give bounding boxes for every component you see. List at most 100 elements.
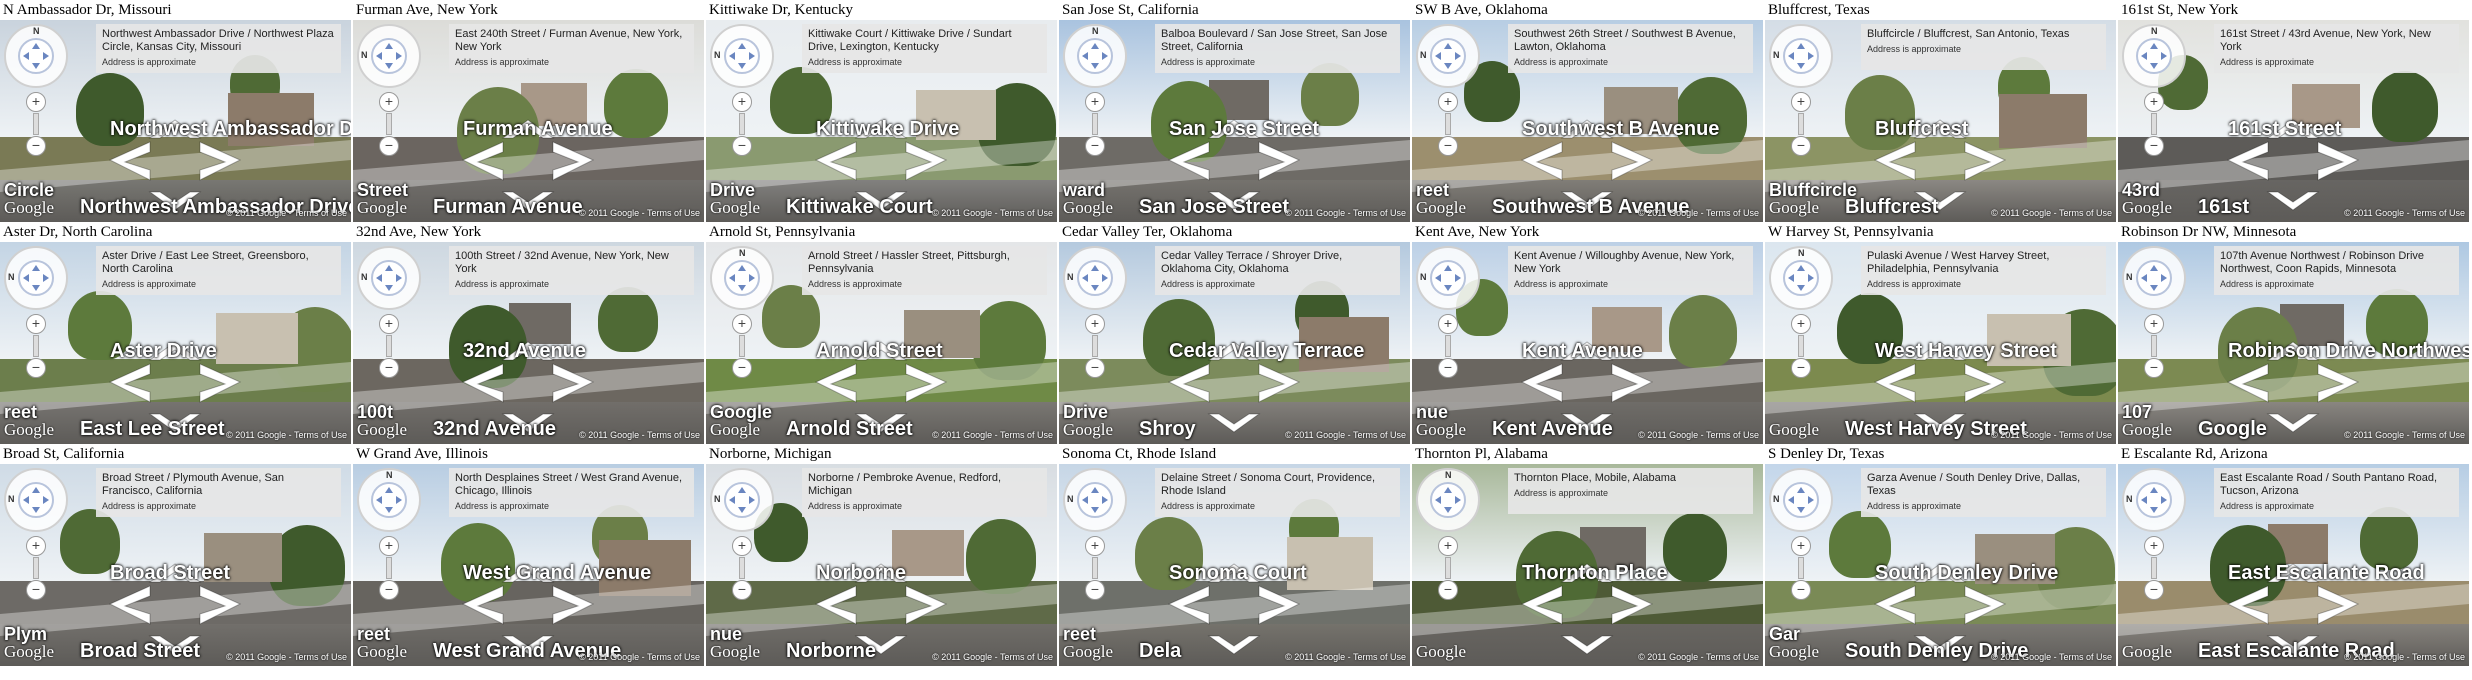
streetview-panel[interactable]: San Jose St, California San Jose Street wa…: [1059, 0, 1410, 222]
google-logo[interactable]: Google: [1416, 642, 1466, 662]
zoom-slider[interactable]: [1445, 335, 1451, 357]
zoom-out-button[interactable]: −: [732, 136, 752, 156]
streetview-panel[interactable]: Kent Ave, New York Kent Avenue nue Kent Ave…: [1412, 222, 1763, 444]
pan-control-icon[interactable]: [724, 260, 760, 296]
zoom-slider[interactable]: [739, 335, 745, 357]
terms-of-use-link[interactable]: © 2011 Google - Terms of Use: [1638, 652, 1759, 662]
pan-control-icon[interactable]: [1783, 260, 1819, 296]
terms-of-use-link[interactable]: © 2011 Google - Terms of Use: [226, 430, 347, 440]
zoom-control[interactable]: + −: [25, 314, 47, 378]
streetview-image[interactable]: Northwest Ambassador DriveCircleNorthwes…: [0, 20, 351, 222]
zoom-in-button[interactable]: +: [1791, 536, 1811, 556]
compass-control[interactable]: N: [357, 24, 421, 88]
zoom-control[interactable]: + −: [378, 92, 400, 156]
google-logo[interactable]: Google: [357, 198, 407, 218]
zoom-in-button[interactable]: +: [379, 314, 399, 334]
zoom-out-button[interactable]: −: [1085, 136, 1105, 156]
streetview-image[interactable]: West Harvey Street West Harvey Street N + − P…: [1765, 242, 2116, 444]
compass-control[interactable]: N: [1416, 246, 1480, 310]
zoom-out-button[interactable]: −: [2144, 358, 2164, 378]
compass-control[interactable]: N: [1769, 246, 1833, 310]
streetview-panel[interactable]: S Denley Dr, Texas South Denley Drive Gar S…: [1765, 444, 2116, 666]
pan-control-icon[interactable]: [1783, 482, 1819, 518]
streetview-image[interactable]: Broad Street Plym Broad Street N + − Broad Str…: [0, 464, 351, 666]
pan-control-icon[interactable]: [371, 38, 407, 74]
compass-control[interactable]: N: [710, 24, 774, 88]
terms-of-use-link[interactable]: © 2011 Google - Terms of Use: [1638, 208, 1759, 218]
streetview-image[interactable]: 32nd Avenue 100t 32nd Avenue N + −100th Stree…: [353, 242, 704, 444]
zoom-slider[interactable]: [1445, 113, 1451, 135]
zoom-slider[interactable]: [2151, 113, 2157, 135]
zoom-control[interactable]: + −: [1790, 92, 1812, 156]
terms-of-use-link[interactable]: © 2011 Google - Terms of Use: [1991, 430, 2112, 440]
compass-control[interactable]: N: [4, 468, 68, 532]
zoom-out-button[interactable]: −: [1791, 580, 1811, 600]
zoom-in-button[interactable]: +: [1085, 92, 1105, 112]
compass-control[interactable]: N: [1769, 24, 1833, 88]
pan-control-icon[interactable]: [724, 482, 760, 518]
pan-control-icon[interactable]: [1783, 38, 1819, 74]
zoom-in-button[interactable]: +: [2144, 92, 2164, 112]
streetview-image[interactable]: Aster Drive reet East Lee Street N + − Aster D…: [0, 242, 351, 444]
streetview-image[interactable]: Arnold Street Google Arnold Street N + − Arnol…: [706, 242, 1057, 444]
terms-of-use-link[interactable]: © 2011 Google - Terms of Use: [932, 652, 1053, 662]
streetview-panel[interactable]: Arnold St, Pennsylvania Arnold Street Goog…: [706, 222, 1057, 444]
zoom-in-button[interactable]: +: [379, 92, 399, 112]
zoom-slider[interactable]: [33, 557, 39, 579]
zoom-out-button[interactable]: −: [1791, 358, 1811, 378]
compass-control[interactable]: N: [357, 246, 421, 310]
zoom-slider[interactable]: [1092, 557, 1098, 579]
zoom-out-button[interactable]: −: [732, 580, 752, 600]
streetview-panel[interactable]: Robinson Dr NW, Minnesota Robinson Drive …: [2118, 222, 2469, 444]
zoom-control[interactable]: + −: [1437, 536, 1459, 600]
pan-control-icon[interactable]: [371, 482, 407, 518]
streetview-panel[interactable]: Furman Ave, New York Furman Avenue Street F…: [353, 0, 704, 222]
zoom-in-button[interactable]: +: [1085, 536, 1105, 556]
pan-control-icon[interactable]: [1077, 482, 1113, 518]
streetview-image[interactable]: Bluffcrest Bluffcircle Bluffcrest N + − Bluffc…: [1765, 20, 2116, 222]
streetview-image[interactable]: South Denley Drive Gar South Denley Drive N…: [1765, 464, 2116, 666]
streetview-image[interactable]: Southwest B Avenue reet Southwest B Avenue…: [1412, 20, 1763, 222]
pan-control-icon[interactable]: [2136, 38, 2172, 74]
zoom-slider[interactable]: [1798, 557, 1804, 579]
streetview-panel[interactable]: Cedar Valley Ter, Oklahoma Cedar Valley T…: [1059, 222, 1410, 444]
google-logo[interactable]: Google: [1063, 420, 1113, 440]
zoom-control[interactable]: + −: [1084, 536, 1106, 600]
streetview-image[interactable]: 161st Street 43rd 161st N + −161st Street / 4…: [2118, 20, 2469, 222]
compass-control[interactable]: N: [2122, 246, 2186, 310]
zoom-slider[interactable]: [33, 113, 39, 135]
compass-control[interactable]: N: [4, 246, 68, 310]
pan-control-icon[interactable]: [18, 260, 54, 296]
pan-control-icon[interactable]: [2136, 482, 2172, 518]
google-logo[interactable]: Google: [710, 198, 760, 218]
zoom-slider[interactable]: [386, 113, 392, 135]
streetview-image[interactable]: East Escalante Road East Escalante Road N +…: [2118, 464, 2469, 666]
terms-of-use-link[interactable]: © 2011 Google - Terms of Use: [579, 430, 700, 440]
zoom-in-button[interactable]: +: [26, 536, 46, 556]
google-logo[interactable]: Google: [2122, 198, 2172, 218]
streetview-image[interactable]: Norborne nue Norborne N + − Norborne / Pembrok…: [706, 464, 1057, 666]
zoom-out-button[interactable]: −: [379, 136, 399, 156]
zoom-control[interactable]: + −: [378, 536, 400, 600]
google-logo[interactable]: Google: [1416, 420, 1466, 440]
pan-control-icon[interactable]: [1430, 482, 1466, 518]
streetview-panel[interactable]: 161st St, New York 161st Street 43rd 161st N…: [2118, 0, 2469, 222]
streetview-image[interactable]: Cedar Valley Terrace Drive Shroy N + − Cedar V…: [1059, 242, 1410, 444]
google-logo[interactable]: Google: [1416, 198, 1466, 218]
compass-control[interactable]: N: [1063, 246, 1127, 310]
terms-of-use-link[interactable]: © 2011 Google - Terms of Use: [1991, 208, 2112, 218]
zoom-out-button[interactable]: −: [2144, 580, 2164, 600]
zoom-control[interactable]: + −: [2143, 92, 2165, 156]
streetview-panel[interactable]: 32nd Ave, New York 32nd Avenue 100t 32nd Av…: [353, 222, 704, 444]
zoom-control[interactable]: + −: [378, 314, 400, 378]
streetview-image[interactable]: Robinson Drive Northwest 107 Google N + −107t…: [2118, 242, 2469, 444]
streetview-panel[interactable]: Aster Dr, North Carolina Aster Drive reet E…: [0, 222, 351, 444]
streetview-panel[interactable]: Sonoma Ct, Rhode Island Sonoma Court reet D…: [1059, 444, 1410, 666]
compass-control[interactable]: N: [1769, 468, 1833, 532]
streetview-image[interactable]: Sonoma Court reet Dela N + − Delaine Street / …: [1059, 464, 1410, 666]
zoom-control[interactable]: + −: [2143, 536, 2165, 600]
google-logo[interactable]: Google: [357, 420, 407, 440]
zoom-in-button[interactable]: +: [1438, 314, 1458, 334]
terms-of-use-link[interactable]: © 2011 Google - Terms of Use: [1285, 208, 1406, 218]
streetview-image[interactable]: Kent Avenue nue Kent Avenue N + − Kent Avenue …: [1412, 242, 1763, 444]
